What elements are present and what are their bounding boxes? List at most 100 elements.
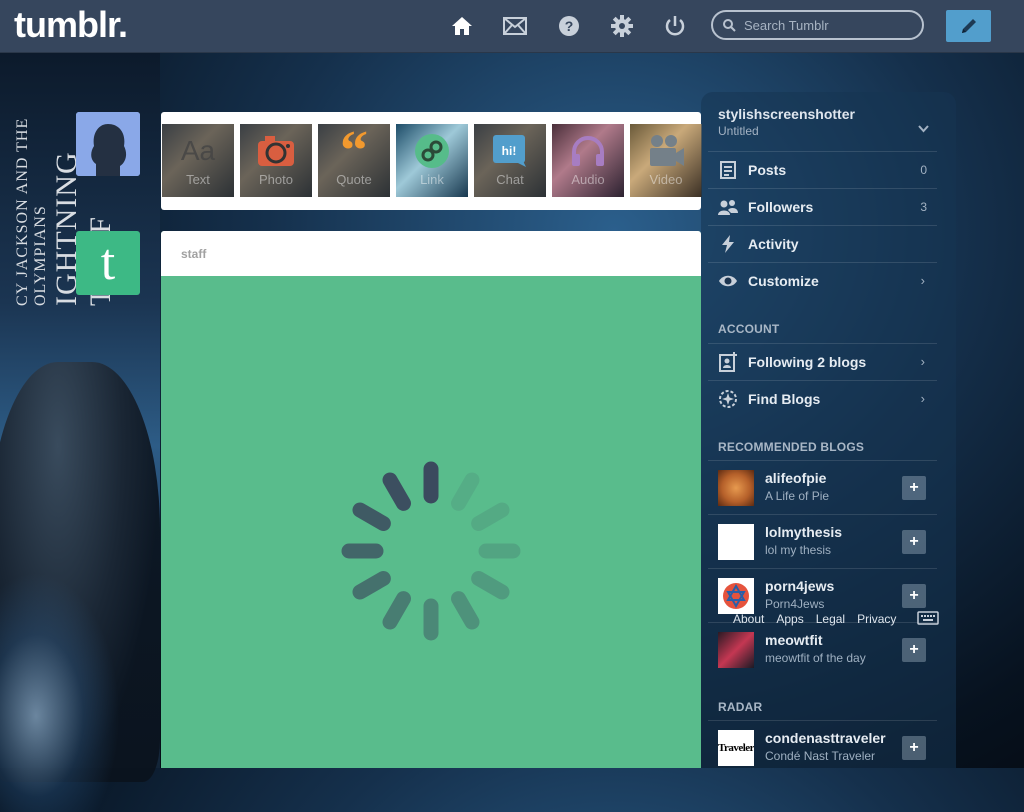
chevron-down-icon (918, 120, 929, 138)
radar-blog[interactable]: Traveler condenasttraveler Condé Nast Tr… (708, 720, 937, 774)
post-type-label: Audio (571, 172, 605, 187)
poster-lightning-glow (0, 572, 120, 812)
recommended-blog-title: Porn4Jews (765, 597, 825, 611)
top-navigation-bar: tumblr. ? (0, 0, 1024, 53)
poster-title: CY JACKSON AND THE OLYMPIANS IGHTNING TH… (14, 56, 117, 306)
dashboard-post: staff (161, 231, 701, 768)
sidebar-item-customize[interactable]: Customize › (708, 262, 937, 298)
blog-title: Untitled (718, 124, 759, 138)
pencil-icon (959, 16, 979, 36)
search-input[interactable] (742, 16, 916, 34)
compose-button[interactable] (946, 10, 991, 42)
sidebar-item-label: Customize (748, 272, 819, 289)
blog-avatar (718, 632, 754, 668)
post-type-label: Link (420, 172, 444, 187)
mail-icon[interactable] (502, 13, 528, 39)
sidebar-item-label: Activity (748, 235, 799, 252)
sidebar-blog-switcher[interactable]: stylishscreenshotter Untitled (718, 106, 937, 150)
lightning-icon (718, 234, 738, 253)
video-icon (647, 134, 685, 168)
footer-link-apps[interactable]: Apps (776, 612, 803, 626)
recommended-blog-name: porn4jews (765, 578, 835, 594)
sidebar-item-find-blogs[interactable]: Find Blogs › (708, 380, 937, 416)
follow-plus-button[interactable]: + (902, 530, 926, 554)
sidebar-item-label: Find Blogs (748, 390, 821, 407)
text-icon: Aa (180, 135, 216, 166)
post-type-label: Video (649, 172, 683, 187)
blog-avatar (718, 578, 754, 614)
recommended-blog-title: meowtfit of the day (765, 651, 866, 665)
chevron-right-icon: › (920, 273, 925, 288)
compass-icon (718, 389, 738, 409)
post-author[interactable]: staff (181, 247, 206, 261)
footer-links: About Apps Legal Privacy (733, 612, 896, 626)
follow-plus-button[interactable]: + (902, 736, 926, 760)
poster-title-line1: CY JACKSON AND THE OLYMPIANS (14, 117, 49, 306)
blog-avatar: Traveler (718, 730, 754, 766)
posts-count: 0 (920, 162, 927, 177)
followers-icon (718, 199, 738, 215)
help-icon[interactable]: ? (556, 13, 582, 39)
gear-icon[interactable] (609, 13, 635, 39)
blog-avatar (718, 470, 754, 506)
recommended-blog[interactable]: lolmythesis lol my thesis + (708, 514, 937, 568)
home-icon[interactable] (449, 13, 475, 39)
sidebar-item-posts[interactable]: Posts 0 (708, 151, 937, 187)
svg-text:t: t (101, 239, 116, 287)
recommended-blog-title: lol my thesis (765, 543, 832, 557)
footer-link-about[interactable]: About (733, 612, 764, 626)
sidebar-item-followers[interactable]: Followers 3 (708, 188, 937, 224)
footer-link-privacy[interactable]: Privacy (857, 612, 896, 626)
post-type-label: Quote (336, 172, 372, 187)
search-box[interactable] (711, 10, 924, 40)
radar-blog-title: Condé Nast Traveler (765, 749, 876, 763)
post-type-photo[interactable]: Photo (240, 124, 312, 197)
post-type-text[interactable]: Aa Text (162, 124, 234, 197)
post-header: staff (161, 231, 701, 276)
follow-plus-button[interactable]: + (902, 638, 926, 662)
account-heading: ACCOUNT (718, 322, 780, 336)
follow-plus-button[interactable]: + (902, 476, 926, 500)
blog-name: stylishscreenshotter (718, 106, 855, 122)
headphones-icon (570, 134, 606, 168)
radar-heading: RADAR (718, 700, 763, 714)
post-type-video[interactable]: Video (630, 124, 702, 197)
tumblr-logo[interactable]: tumblr. (14, 4, 128, 46)
post-type-label: Text (186, 172, 210, 187)
sidebar-item-following[interactable]: Following 2 blogs › (708, 343, 937, 379)
loading-spinner-icon (331, 451, 531, 656)
sidebar-item-activity[interactable]: Activity (708, 225, 937, 261)
svg-text:hi!: hi! (502, 144, 517, 158)
post-type-quote[interactable]: “ Quote (318, 124, 390, 197)
post-type-label: Photo (259, 172, 293, 187)
recommended-blog[interactable]: alifeofpie A Life of Pie + (708, 460, 937, 514)
post-type-bar: Aa Text Photo “ Quote Link hi! Chat Audi… (161, 112, 702, 210)
post-type-link[interactable]: Link (396, 124, 468, 197)
chat-icon: hi! (492, 134, 528, 168)
followers-count: 3 (920, 199, 927, 214)
staff-avatar[interactable]: t (76, 231, 140, 295)
recommended-blog[interactable]: meowtfit meowtfit of the day + (708, 622, 937, 676)
radar-blog-name: condenasttraveler (765, 730, 886, 746)
keyboard-icon[interactable] (917, 611, 939, 630)
chevron-right-icon: › (920, 391, 925, 406)
recommended-blog-name: lolmythesis (765, 524, 843, 540)
svg-text:?: ? (565, 18, 574, 34)
footer-link-legal[interactable]: Legal (816, 612, 845, 626)
user-avatar[interactable] (76, 112, 140, 176)
power-icon[interactable] (662, 13, 688, 39)
eye-icon (718, 274, 738, 288)
recommended-blog-title: A Life of Pie (765, 489, 830, 503)
link-icon (414, 134, 450, 168)
quote-icon: “ (340, 124, 368, 182)
post-type-audio[interactable]: Audio (552, 124, 624, 197)
post-type-chat[interactable]: hi! Chat (474, 124, 546, 197)
sidebar-item-label: Followers (748, 198, 814, 215)
sidebar-item-label: Following 2 blogs (748, 353, 867, 370)
camera-icon (257, 134, 295, 168)
search-icon (723, 18, 736, 32)
sidebar-item-label: Posts (748, 161, 787, 178)
radar-thumb-text: Traveler (718, 742, 754, 754)
posts-icon (718, 160, 738, 179)
follow-plus-button[interactable]: + (902, 584, 926, 608)
